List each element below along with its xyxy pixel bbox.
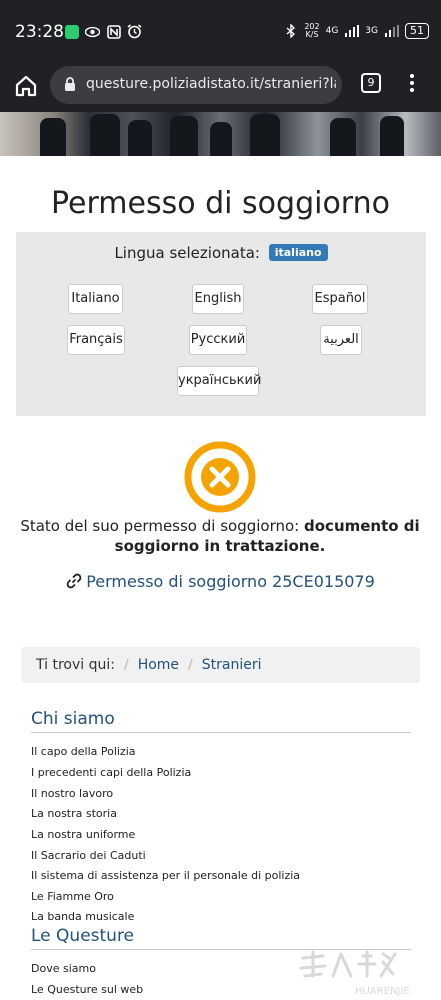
address-bar[interactable]: questure.poliziadistato.it/stranieri?lan… [50,66,342,104]
status-bar: 23:28 202 K/S 4G 3G 51 [0,0,441,62]
lang-button-italiano[interactable]: Italiano [68,284,123,314]
bluetooth-icon [283,24,298,39]
nav-item-precedenti-capi[interactable]: I precedenti capi della Polizia [31,766,191,779]
page-title: Permesso di soggiorno [51,186,390,221]
breadcrumb-label: Ti trovi qui: [36,657,115,673]
eye-icon [85,24,100,39]
nav-item-nostro-lavoro[interactable]: Il nostro lavoro [31,787,113,800]
network-3g-label: 3G [365,26,378,36]
lang-button-russian[interactable]: Русский [189,325,247,355]
status-error-icon [184,441,256,513]
permit-link[interactable]: Permesso di soggiorno 25CE015079 [0,572,441,593]
breadcrumb-stranieri[interactable]: Stranieri [202,657,262,673]
nav-item-nostra-storia[interactable]: La nostra storia [31,807,117,820]
lang-button-english[interactable]: English [192,284,244,314]
tab-switcher-button[interactable]: 9 [361,73,381,93]
status-right-icons: 202 K/S 4G 3G 51 [283,23,429,39]
lang-button-arabic[interactable]: العربية [320,325,362,355]
selected-language-badge: italiano [268,244,328,261]
lang-button-francais[interactable]: Français [67,325,125,355]
nav-item-sistema-assistenza[interactable]: Il sistema di assistenza per il personal… [31,869,300,882]
watermark-logo: HUARENJIE [293,948,433,998]
overflow-menu-icon[interactable] [408,71,416,97]
language-label: Lingua selezionata: italiano [16,244,426,262]
watermark-text: HUARENJIE [355,986,410,997]
nav-item-fiamme-oro[interactable]: Le Fiamme Oro [31,890,114,903]
browser-toolbar: questure.poliziadistato.it/stranieri?lan… [0,62,441,112]
breadcrumb: Ti trovi qui: / Home / Stranieri [21,647,420,683]
language-selector: Lingua selezionata: italiano Italiano En… [16,232,426,416]
lock-icon[interactable] [64,77,76,96]
signal-icon-2 [384,24,399,39]
url-text[interactable]: questure.poliziadistato.it/stranieri?lan… [86,76,336,92]
battery-icon: 51 [405,23,429,39]
nfc-icon [106,24,121,39]
lang-button-espanol[interactable]: Español [312,284,368,314]
nav-item-sacrario[interactable]: Il Sacrario dei Caduti [31,849,146,862]
network-speed: 202 K/S [304,22,320,39]
signal-icon [344,24,359,39]
status-time: 23:28 [15,22,64,42]
permit-status-text: Stato del suo permesso di soggiorno: doc… [20,517,420,555]
breadcrumb-home[interactable]: Home [138,657,179,673]
section-title-chi-siamo: Chi siamo [31,709,411,733]
nav-item-dove-siamo[interactable]: Dove siamo [31,962,96,975]
link-icon [66,573,82,593]
status-left-icons [64,24,142,39]
home-icon[interactable] [12,72,40,100]
nav-item-capo-polizia[interactable]: Il capo della Polizia [31,745,136,758]
nav-item-questure-web[interactable]: Le Questure sul web [31,983,143,996]
header-banner-image [0,112,441,156]
nav-item-nostra-uniforme[interactable]: La nostra uniforme [31,828,135,841]
network-4g-label: 4G [325,26,339,36]
lang-button-ukrainian[interactable]: український [177,366,261,396]
nav-item-banda-musicale[interactable]: La banda musicale [31,910,134,923]
app-notification-icon [64,24,79,39]
alarm-icon [127,24,142,39]
section-title-le-questure: Le Questure [31,926,411,950]
